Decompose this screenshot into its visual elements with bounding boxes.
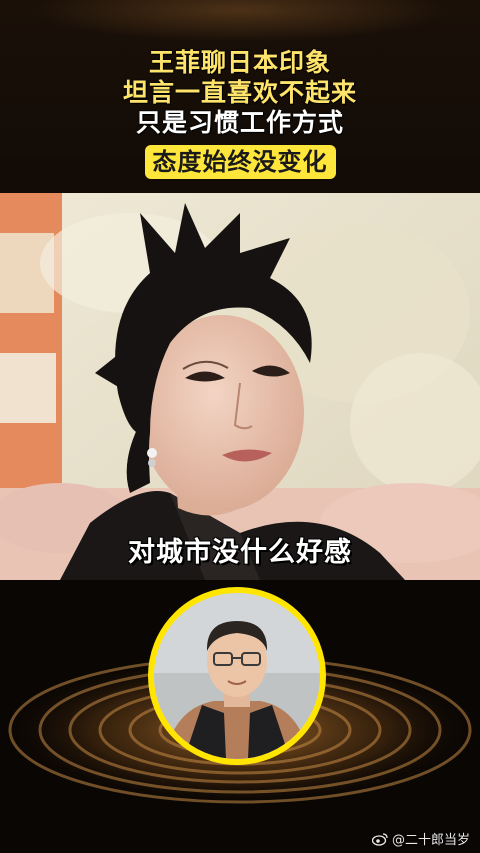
host-portrait: [154, 593, 320, 759]
watermark: @二十郎当岁: [371, 829, 470, 848]
video-subtitle: 对城市没什么好感: [128, 537, 352, 568]
headline: 王菲聊日本印象 坦言一直喜欢不起来 只是习惯工作方式 态度始终没变化: [0, 48, 480, 179]
host-avatar[interactable]: [148, 587, 326, 765]
video-frame[interactable]: [0, 193, 480, 580]
headline-line-2: 坦言一直喜欢不起来: [122, 78, 357, 107]
headline-line-1: 王菲聊日本印象: [148, 48, 331, 77]
video-still: [0, 193, 480, 580]
headline-line-3: 只是习惯工作方式: [135, 108, 344, 137]
headline-badge: 态度始终没变化: [144, 145, 336, 179]
weibo-icon: [371, 832, 388, 846]
video-post-page: 王菲聊日本印象 坦言一直喜欢不起来 只是习惯工作方式 态度始终没变化 对城市没什…: [0, 0, 480, 853]
watermark-handle: @二十郎当岁: [391, 833, 470, 848]
